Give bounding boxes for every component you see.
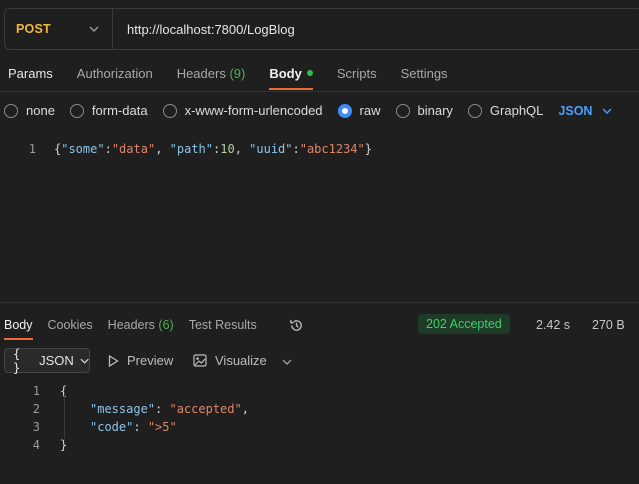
line-number: 2	[32, 402, 40, 416]
url-bar: POST http://localhost:7800/LogBlog	[4, 8, 639, 50]
code-line: 3 "code": ">5"	[0, 418, 249, 436]
code-token: "path"	[169, 142, 213, 156]
chevron-down-icon	[602, 108, 612, 114]
radio-button[interactable]	[69, 103, 84, 118]
history-icon[interactable]	[289, 318, 304, 333]
code-token: "data"	[111, 142, 156, 156]
radio-graphql[interactable]: GraphQL	[467, 103, 544, 118]
raw-format-select[interactable]: JSON	[558, 104, 612, 118]
method-select[interactable]: POST	[5, 9, 113, 49]
tab-authorization[interactable]: Authorization	[77, 66, 153, 81]
code-token: "uuid"	[249, 142, 293, 156]
radio-none[interactable]: none	[4, 103, 55, 118]
response-size[interactable]: 270 B	[592, 318, 625, 332]
url-input[interactable]: http://localhost:7800/LogBlog	[113, 22, 295, 37]
chevron-down-icon[interactable]	[282, 357, 292, 367]
response-time[interactable]: 2.42 s	[536, 318, 570, 332]
response-format-label: JSON	[39, 353, 74, 368]
tabs-divider	[0, 91, 639, 92]
response-tab-headers-label: Headers	[107, 318, 155, 332]
radio-button-checked[interactable]	[337, 103, 352, 118]
json-separator: :	[133, 420, 148, 434]
line-number: 1	[28, 142, 36, 156]
request-tabs: Params Authorization Headers (9) Body Sc…	[8, 66, 472, 90]
response-tab-test-results[interactable]: Test Results	[189, 318, 257, 332]
braces-icon: { }	[13, 346, 21, 375]
line-number: 1	[32, 384, 40, 398]
json-value: ">5"	[147, 420, 177, 434]
tab-scripts[interactable]: Scripts	[337, 66, 377, 81]
code-line: {"some":"data", "path":10, "uuid":"abc12…	[36, 142, 372, 156]
code-line: 1 {	[0, 382, 249, 400]
radio-button[interactable]	[162, 103, 177, 118]
code-token: :	[292, 142, 300, 156]
code-token: ,	[155, 142, 170, 156]
radio-button[interactable]	[467, 103, 482, 118]
active-tab-underline	[269, 88, 313, 90]
code-token: "some"	[61, 142, 105, 156]
radio-graphql-label: GraphQL	[489, 103, 544, 118]
response-tab-body-label: Body	[4, 318, 33, 332]
response-body-viewer[interactable]: 1 { 2 "message": "accepted", 3 "code": "…	[0, 382, 249, 454]
response-tab-cookies[interactable]: Cookies	[48, 318, 93, 332]
json-comma: ,	[241, 402, 249, 416]
json-key: "message"	[90, 402, 156, 416]
radio-raw[interactable]: raw	[337, 103, 381, 118]
chevron-down-icon	[80, 358, 89, 364]
body-indicator-dot	[306, 70, 313, 76]
code-text: }	[60, 438, 68, 452]
tab-settings[interactable]: Settings	[401, 66, 448, 81]
json-separator: :	[155, 402, 170, 416]
code-token: }	[364, 142, 372, 156]
code-line: 2 "message": "accepted",	[0, 400, 249, 418]
preview-button[interactable]: Preview	[108, 353, 173, 368]
tab-params[interactable]: Params	[8, 66, 53, 81]
radio-form-data-label: form-data	[91, 103, 148, 118]
response-tab-headers-count: (6)	[158, 318, 174, 332]
image-icon	[193, 354, 207, 367]
raw-format-label: JSON	[558, 103, 593, 118]
preview-label: Preview	[127, 353, 174, 368]
radio-binary[interactable]: binary	[395, 103, 453, 118]
radio-urlencoded[interactable]: x-www-form-urlencoded	[162, 103, 323, 118]
visualize-button[interactable]: Visualize	[193, 353, 267, 368]
response-divider[interactable]	[0, 302, 639, 303]
radio-form-data[interactable]: form-data	[69, 103, 148, 118]
tab-body[interactable]: Body	[269, 66, 313, 90]
code-line: 4 }	[0, 436, 249, 454]
radio-binary-label: binary	[417, 103, 453, 118]
code-text: "message": "accepted",	[40, 402, 249, 416]
active-tab-underline	[4, 338, 33, 340]
response-tab-headers[interactable]: Headers (6)	[108, 318, 174, 332]
radio-button[interactable]	[395, 103, 410, 118]
line-number: 3	[32, 420, 40, 434]
request-body-editor[interactable]: 1 {"some":"data", "path":10, "uuid":"abc…	[0, 142, 372, 156]
indent-guide	[64, 394, 65, 439]
method-label: POST	[16, 22, 51, 36]
response-format-select[interactable]: { } JSON	[4, 346, 90, 375]
code-token: :	[104, 142, 112, 156]
play-icon	[108, 354, 119, 367]
radio-raw-label: raw	[359, 103, 381, 118]
radio-none-label: none	[26, 103, 55, 118]
response-tab-body[interactable]: Body	[4, 318, 33, 340]
json-key: "code"	[90, 420, 134, 434]
tab-headers-count: (9)	[229, 66, 246, 81]
radio-urlencoded-label: x-www-form-urlencoded	[184, 103, 323, 118]
tab-body-label: Body	[269, 66, 302, 81]
tab-headers[interactable]: Headers (9)	[177, 66, 246, 81]
chevron-down-icon	[89, 26, 99, 32]
response-tabs: Body Cookies Headers (6) Test Results	[4, 318, 272, 340]
line-number: 4	[32, 438, 40, 452]
status-badge[interactable]: 202 Accepted	[418, 314, 510, 334]
visualize-label: Visualize	[215, 353, 267, 368]
code-token: ,	[234, 142, 250, 156]
code-token: "abc1234"	[299, 142, 365, 156]
json-value: "accepted"	[169, 402, 242, 416]
code-token: 10	[220, 142, 235, 156]
code-text: "code": ">5"	[40, 420, 177, 434]
radio-button[interactable]	[4, 103, 18, 118]
body-type-selector: none form-data x-www-form-urlencoded raw…	[4, 103, 612, 118]
tab-headers-label: Headers	[176, 66, 226, 81]
